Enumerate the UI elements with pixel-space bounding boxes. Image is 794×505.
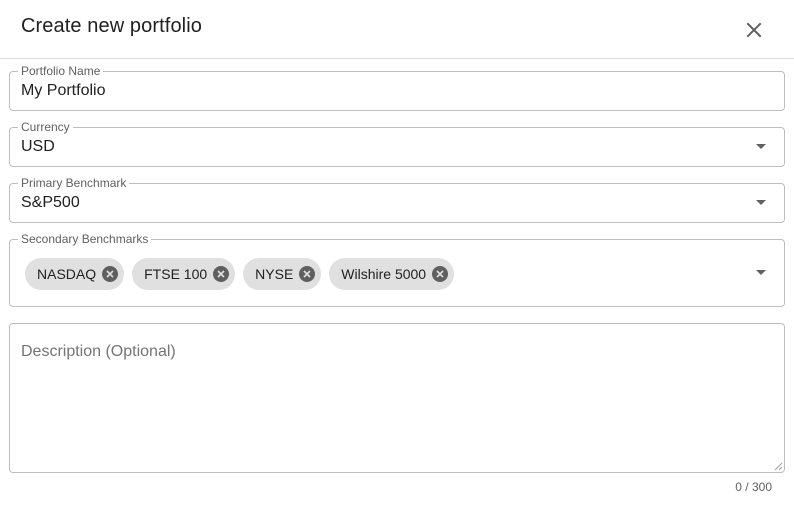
chip-label: NYSE [255,266,294,282]
resize-handle-icon[interactable] [773,461,783,471]
chip-nasdaq[interactable]: NASDAQ [25,258,125,290]
primary-benchmark-label: Primary Benchmark [18,177,130,189]
cancel-icon[interactable] [213,266,230,282]
currency-label: Currency [18,121,73,133]
chip-label: FTSE 100 [144,266,208,282]
portfolio-name-label: Portfolio Name [18,65,104,77]
chevron-down-icon[interactable] [756,270,766,275]
portfolio-name-field[interactable]: Portfolio Name My Portfolio [9,65,785,111]
secondary-benchmarks-label: Secondary Benchmarks [18,233,152,245]
benchmark-chips: NASDAQ FTSE 100 NYSE Wilshire 5000 [25,258,455,290]
close-button[interactable] [738,14,770,46]
portfolio-name-input[interactable]: My Portfolio [21,82,105,100]
chevron-down-icon[interactable] [756,200,766,205]
cancel-icon[interactable] [432,266,449,282]
cancel-icon[interactable] [299,266,316,282]
character-counter: 0 / 300 [735,480,772,494]
chip-label: NASDAQ [37,266,97,282]
primary-benchmark-select[interactable]: Primary Benchmark S&P500 [9,177,785,223]
secondary-benchmarks-select[interactable]: Secondary Benchmarks NASDAQ FTSE 100 NYS… [9,233,785,307]
description-placeholder: Description (Optional) [21,343,176,360]
chip-wilshire-5000[interactable]: Wilshire 5000 [329,258,455,290]
dialog-title: Create new portfolio [21,15,202,37]
description-textarea[interactable]: Description (Optional) [9,323,785,473]
create-portfolio-dialog: Create new portfolio Portfolio Name My P… [0,0,794,505]
currency-value: USD [21,138,55,155]
chevron-down-icon[interactable] [756,144,766,149]
chip-ftse-100[interactable]: FTSE 100 [132,258,236,290]
chip-nyse[interactable]: NYSE [243,258,322,290]
chip-label: Wilshire 5000 [341,266,427,282]
dialog-header: Create new portfolio [0,0,794,59]
cancel-icon[interactable] [102,266,119,282]
primary-benchmark-value: S&P500 [21,194,80,211]
close-icon [746,22,762,38]
currency-select[interactable]: Currency USD [9,121,785,167]
